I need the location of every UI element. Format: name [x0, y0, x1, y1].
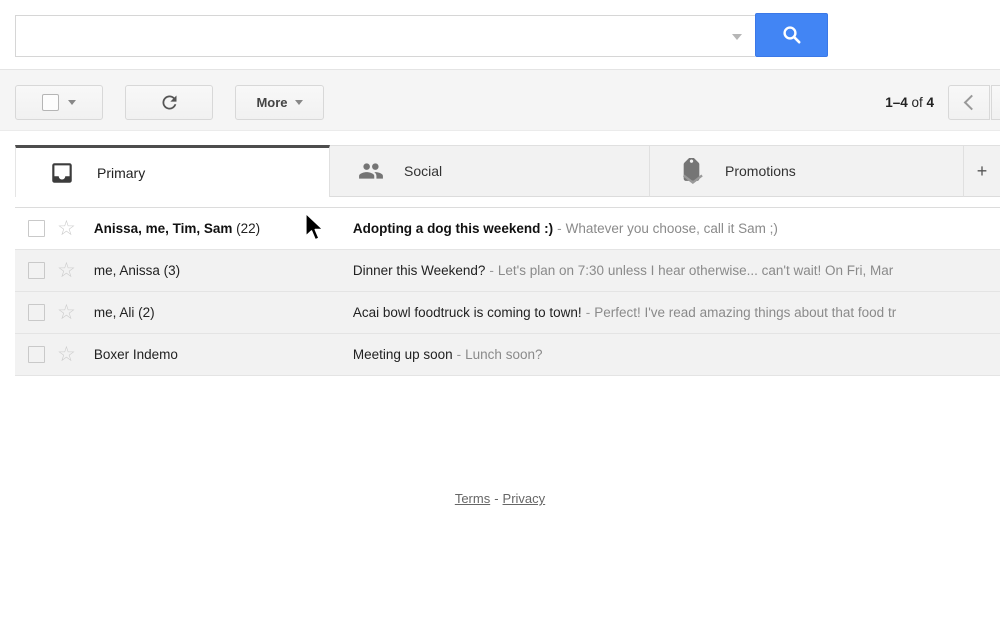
pagination-range: 1–4	[885, 95, 908, 110]
older-page-button[interactable]	[991, 85, 1000, 120]
email-preview: Perfect! I've read amazing things about …	[594, 305, 896, 320]
star-icon[interactable]: ☆	[57, 345, 76, 365]
tab-social-label: Social	[404, 163, 442, 179]
email-senders-names: Anissa, me, Tim, Sam	[94, 221, 233, 236]
search-input[interactable]	[16, 16, 755, 56]
email-senders-names: Boxer Indemo	[94, 347, 178, 362]
people-icon	[358, 158, 384, 184]
refresh-icon	[159, 92, 180, 113]
email-subject-line: Meeting up soon-Lunch soon?	[353, 347, 1000, 362]
search-input-wrap	[15, 15, 755, 57]
email-row[interactable]: ☆ Boxer Indemo Meeting up soon-Lunch soo…	[15, 334, 1000, 376]
email-checkbox[interactable]	[28, 220, 45, 237]
email-senders-names: me, Ali (2)	[94, 305, 155, 320]
email-row[interactable]: ☆ Anissa, me, Tim, Sam (22) Adopting a d…	[15, 208, 1000, 250]
subject-separator: -	[489, 263, 494, 278]
terms-link[interactable]: Terms	[455, 491, 490, 506]
pagination-status: 1–4 of 4	[885, 95, 934, 110]
star-icon[interactable]: ☆	[57, 303, 76, 323]
email-preview: Lunch soon?	[465, 347, 542, 362]
email-row[interactable]: ☆ me, Ali (2) Acai bowl foodtruck is com…	[15, 292, 1000, 334]
email-senders: Anissa, me, Tim, Sam (22)	[94, 221, 334, 236]
chevron-left-icon	[963, 95, 979, 111]
pagination-total: 4	[926, 95, 934, 110]
email-thread-count: (22)	[232, 221, 260, 236]
search-options-caret-icon[interactable]	[732, 34, 742, 40]
tab-promotions[interactable]: Promotions	[650, 145, 964, 197]
email-subject: Adopting a dog this weekend :)	[353, 221, 553, 236]
email-checkbox[interactable]	[28, 262, 45, 279]
select-all-checkbox[interactable]	[42, 94, 59, 111]
star-icon[interactable]: ☆	[57, 261, 76, 281]
email-preview: Whatever you choose, call it Sam ;)	[566, 221, 778, 236]
subject-separator: -	[457, 347, 462, 362]
email-subject-line: Acai bowl foodtruck is coming to town!-P…	[353, 305, 1000, 320]
footer-separator: -	[494, 491, 498, 506]
star-icon[interactable]: ☆	[57, 219, 76, 239]
privacy-link[interactable]: Privacy	[503, 491, 546, 506]
inbox-icon	[49, 160, 75, 186]
email-senders-names: me, Anissa (3)	[94, 263, 180, 278]
tab-social[interactable]: Social	[330, 145, 650, 197]
pagination-of: of	[908, 95, 927, 110]
email-row[interactable]: ☆ me, Anissa (3) Dinner this Weekend?-Le…	[15, 250, 1000, 292]
email-senders: me, Ali (2)	[94, 305, 334, 320]
subject-separator: -	[557, 221, 562, 236]
email-checkbox[interactable]	[28, 346, 45, 363]
email-subject: Acai bowl foodtruck is coming to town!	[353, 305, 582, 320]
email-subject: Dinner this Weekend?	[353, 263, 486, 278]
email-subject-line: Adopting a dog this weekend :)-Whatever …	[353, 221, 1000, 236]
email-senders: me, Anissa (3)	[94, 263, 334, 278]
search-button[interactable]	[755, 13, 828, 57]
email-senders: Boxer Indemo	[94, 347, 334, 362]
tab-primary-label: Primary	[97, 165, 145, 181]
email-subject: Meeting up soon	[353, 347, 453, 362]
email-checkbox[interactable]	[28, 304, 45, 321]
more-button[interactable]: More	[235, 85, 324, 120]
more-button-label: More	[256, 95, 287, 110]
subject-separator: -	[586, 305, 591, 320]
select-all-button[interactable]	[15, 85, 103, 120]
tag-icon	[678, 158, 705, 185]
category-tabs: Primary Social Promotions +	[15, 145, 1000, 197]
select-dropdown-caret-icon[interactable]	[68, 100, 76, 105]
email-subject-line: Dinner this Weekend?-Let's plan on 7:30 …	[353, 263, 1000, 278]
refresh-button[interactable]	[125, 85, 213, 120]
tab-promotions-label: Promotions	[725, 163, 796, 179]
email-preview: Let's plan on 7:30 unless I hear otherwi…	[498, 263, 893, 278]
email-list: ☆ Anissa, me, Tim, Sam (22) Adopting a d…	[15, 207, 1000, 376]
add-tab-label: +	[977, 161, 988, 182]
footer: Terms-Privacy	[0, 491, 1000, 506]
gmail-inbox-screen: More 1–4 of 4 Primary Social	[0, 0, 1000, 627]
magnifier-icon	[781, 24, 803, 46]
more-dropdown-caret-icon	[295, 100, 303, 105]
tab-primary[interactable]: Primary	[15, 145, 330, 197]
newer-page-button[interactable]	[948, 85, 990, 120]
search-bar	[15, 14, 828, 57]
add-tab-button[interactable]: +	[964, 145, 1000, 197]
